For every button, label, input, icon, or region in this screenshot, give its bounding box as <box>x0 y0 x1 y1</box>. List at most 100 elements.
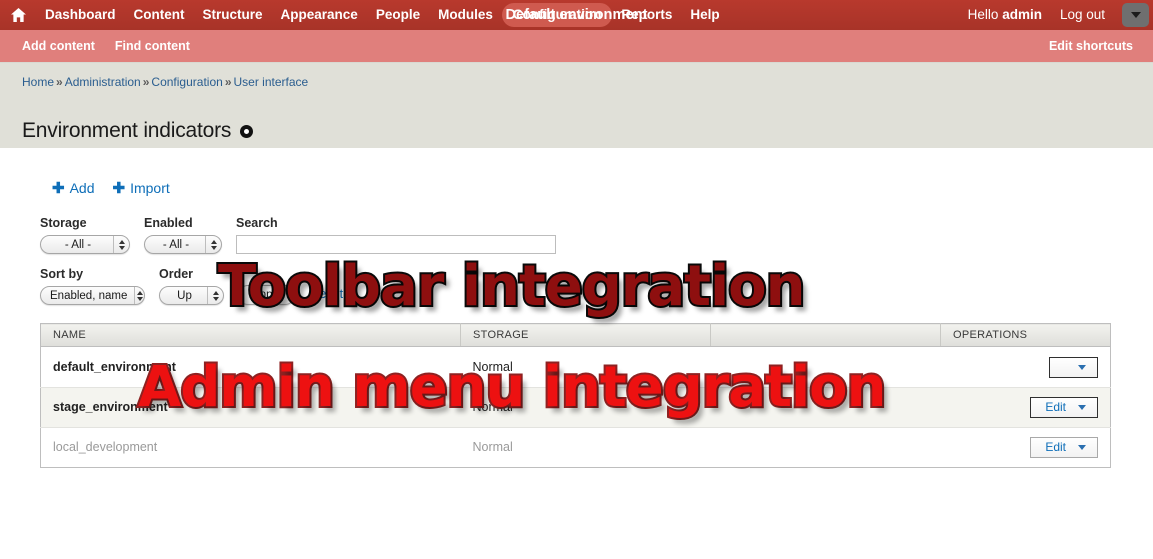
stepper-icon <box>205 236 221 253</box>
action-links: ✚ Add ✚ Import <box>0 148 1153 196</box>
breadcrumb-item-home[interactable]: Home <box>22 75 54 89</box>
import-link-label: Import <box>130 180 170 196</box>
chevron-down-icon <box>1130 12 1141 18</box>
enabled-select[interactable]: - All - <box>144 235 222 254</box>
cell-extra <box>710 387 941 428</box>
enabled-select-value: - All - <box>162 238 190 251</box>
enabled-filter-label: Enabled <box>144 216 193 230</box>
filter-group-order: Order Up <box>159 267 224 305</box>
table-row[interactable]: default_environment Normal <box>40 346 1111 388</box>
toolbar-item-configuration[interactable]: Configuration <box>501 3 613 27</box>
plus-icon: ✚ <box>52 179 65 197</box>
table-body: default_environment Normal stage_environ… <box>40 346 1111 467</box>
help-circle-icon[interactable] <box>240 124 254 138</box>
cell-storage: Normal <box>460 346 711 388</box>
toolbar-item-reports[interactable]: Reports <box>612 3 681 27</box>
page-title: Environment indicators <box>22 119 232 142</box>
cell-name: default_environment <box>40 346 461 388</box>
reset-link[interactable]: Reset <box>310 287 343 301</box>
search-filter-label: Search <box>236 216 278 230</box>
breadcrumb-separator: » <box>142 75 150 89</box>
sort-by-select[interactable]: Enabled, name <box>40 286 145 305</box>
admin-toolbar: Dashboard Content Structure Appearance P… <box>0 0 1153 30</box>
filter-group-actions: Apply Reset <box>238 285 343 305</box>
toolbar-item-structure[interactable]: Structure <box>194 3 272 27</box>
column-header-name[interactable]: NAME <box>40 323 461 347</box>
stepper-icon <box>207 287 223 304</box>
home-icon[interactable] <box>0 0 36 30</box>
toolbar-user-area: Hello admin Log out <box>959 0 1153 30</box>
table-header-row: NAME STORAGE OPERATIONS <box>40 323 1111 347</box>
chevron-down-icon <box>1078 404 1097 410</box>
import-link[interactable]: ✚ Import <box>113 180 170 196</box>
stepper-icon <box>113 236 129 253</box>
toolbar-item-people[interactable]: People <box>367 3 429 27</box>
breadcrumb: Home» Administration» Configuration» User i… <box>22 75 1153 89</box>
operations-dropdown-button[interactable] <box>1049 356 1098 378</box>
toolbar-item-appearance[interactable]: Appearance <box>272 3 367 27</box>
operations-button-label: Edit <box>1045 400 1066 414</box>
greeting-username: admin <box>1002 7 1042 22</box>
toolbar-item-dashboard[interactable]: Dashboard <box>36 3 125 27</box>
cell-operations: Edit <box>940 427 1111 467</box>
order-select[interactable]: Up <box>159 286 224 305</box>
plus-icon: ✚ <box>112 179 126 197</box>
filter-group-sort-by: Sort by Enabled, name <box>40 267 145 305</box>
chevron-down-icon <box>1078 364 1097 370</box>
order-label: Order <box>159 267 194 281</box>
shortcut-add-content[interactable]: Add content <box>12 39 105 53</box>
operations-dropdown-button[interactable]: Edit <box>1030 396 1098 418</box>
greeting-prefix: Hello <box>967 7 1003 22</box>
add-link[interactable]: ✚ Add <box>52 180 95 196</box>
cell-storage: Normal <box>460 427 711 467</box>
breadcrumb-item-configuration[interactable]: Configuration <box>151 75 222 89</box>
column-header-storage[interactable]: STORAGE <box>460 323 711 347</box>
storage-select-value: - All - <box>64 238 92 251</box>
environment-indicators-table-wrapper: NAME STORAGE OPERATIONS default_environm… <box>40 323 1111 468</box>
filter-group-search: Search <box>236 216 556 254</box>
breadcrumb-separator: » <box>56 75 63 89</box>
filter-row-primary: Storage - All - Enabled - All - Search <box>40 216 1153 254</box>
toolbar-drawer-toggle-button[interactable] <box>1122 3 1149 27</box>
cell-extra <box>710 427 941 467</box>
cell-name: stage_environment <box>40 387 461 428</box>
table-head: NAME STORAGE OPERATIONS <box>40 323 1111 347</box>
stepper-icon <box>134 287 144 304</box>
search-input[interactable] <box>236 235 556 254</box>
shortcut-find-content[interactable]: Find content <box>105 39 200 53</box>
page-header: Home» Administration» Configuration» User i… <box>0 63 1153 114</box>
toolbar-item-help[interactable]: Help <box>681 3 728 27</box>
toolbar-item-content[interactable]: Content <box>125 3 194 27</box>
toolbar-item-modules[interactable]: Modules <box>429 3 502 27</box>
breadcrumb-separator: » <box>224 75 232 89</box>
filter-group-enabled: Enabled - All - <box>144 216 222 254</box>
chevron-down-icon <box>1078 444 1097 450</box>
shortcut-bar: Add content Find content Edit shortcuts <box>0 30 1153 63</box>
filter-row-secondary: Sort by Enabled, name Order Up Apply Res… <box>40 267 1153 305</box>
breadcrumb-item-administration[interactable]: Administration <box>65 75 141 89</box>
apply-button[interactable]: Apply <box>238 285 295 305</box>
cell-extra <box>710 346 941 388</box>
operations-dropdown-button[interactable]: Edit <box>1030 436 1098 458</box>
logout-link[interactable]: Log out <box>1051 3 1114 27</box>
cell-operations <box>940 346 1111 388</box>
storage-filter-label: Storage <box>40 216 87 230</box>
page-title-row: Environment indicators <box>0 114 1153 148</box>
cell-operations: Edit <box>940 387 1111 428</box>
breadcrumb-item-user-interface[interactable]: User interface <box>234 75 309 89</box>
shortcut-links: Add content Find content <box>0 39 200 53</box>
edit-shortcuts-link[interactable]: Edit shortcuts <box>1039 39 1143 53</box>
add-link-label: Add <box>69 180 95 196</box>
sort-by-select-value: Enabled, name <box>50 289 128 302</box>
main-content: ✚ Add ✚ Import Storage - All - Enabled -… <box>0 148 1153 548</box>
table-row[interactable]: local_development Normal Edit <box>40 427 1111 467</box>
sort-by-label: Sort by <box>40 267 84 281</box>
cell-storage: Normal <box>460 387 711 428</box>
filter-form: Storage - All - Enabled - All - Search S… <box>0 196 1153 305</box>
cell-name: local_development <box>40 427 461 467</box>
column-header-extra <box>710 323 941 347</box>
user-greeting[interactable]: Hello admin <box>959 3 1051 27</box>
order-select-value: Up <box>177 289 192 302</box>
storage-select[interactable]: - All - <box>40 235 130 254</box>
table-row[interactable]: stage_environment Normal Edit <box>40 387 1111 428</box>
